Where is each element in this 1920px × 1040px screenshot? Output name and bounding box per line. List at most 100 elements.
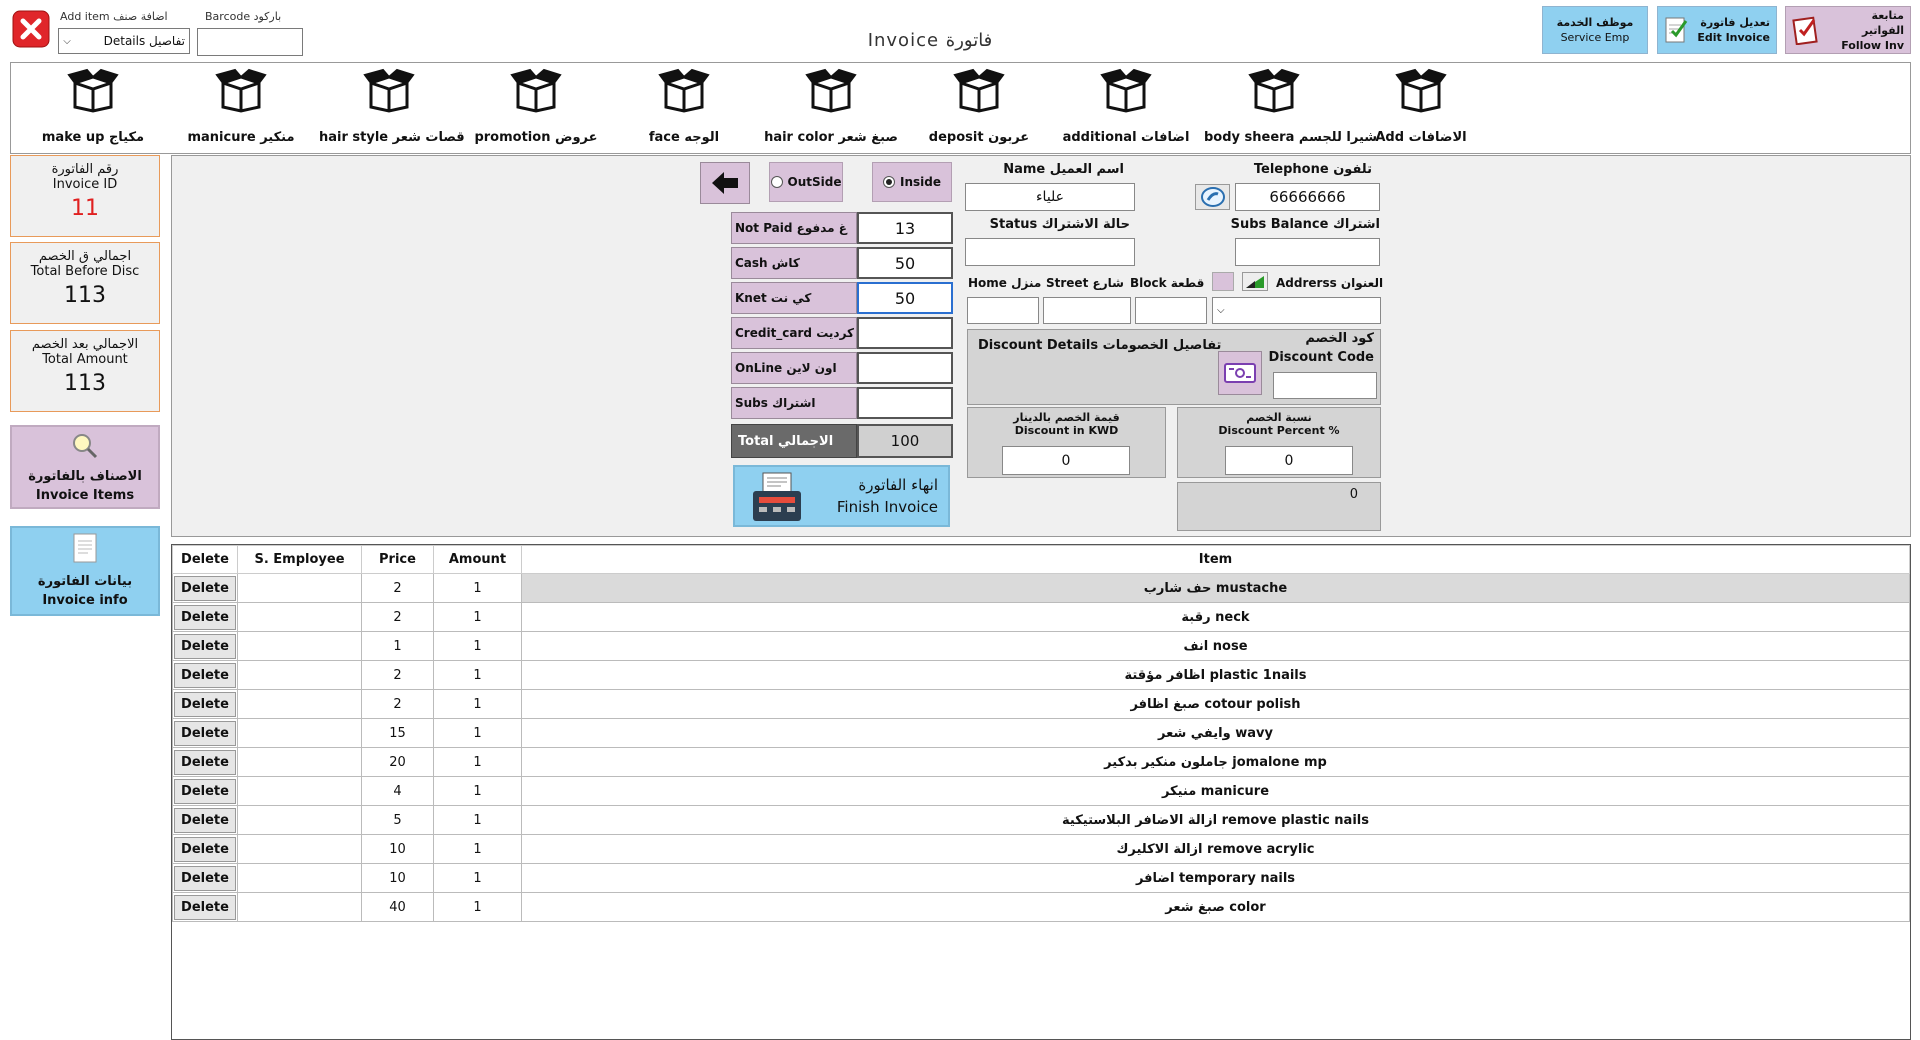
employee-cell[interactable] [237, 834, 362, 864]
amount-cell[interactable]: 1 [433, 834, 522, 864]
price-cell[interactable]: 5 [361, 805, 434, 835]
amount-cell[interactable]: 1 [433, 718, 522, 748]
category-2[interactable]: additional اضافات [1056, 63, 1196, 153]
employee-cell[interactable] [237, 805, 362, 835]
category-1[interactable]: body sheera شيرا للجسم [1204, 63, 1377, 153]
delete-button[interactable]: Delete [174, 865, 236, 891]
discount-percent-field[interactable]: 0 [1225, 446, 1353, 475]
delete-button[interactable]: Delete [174, 894, 236, 920]
column-header-item[interactable]: Item [521, 545, 1910, 574]
delete-button[interactable]: Delete [174, 633, 236, 659]
item-cell[interactable]: انف nose [521, 631, 1910, 661]
payment-field[interactable]: 50 [857, 282, 953, 314]
item-cell[interactable]: ازالة الاكليرك remove acrylic [521, 834, 1910, 864]
amount-cell[interactable]: 1 [433, 631, 522, 661]
delete-button[interactable]: Delete [174, 691, 236, 717]
price-cell[interactable]: 2 [361, 602, 434, 632]
employee-cell[interactable] [237, 631, 362, 661]
delete-button[interactable]: Delete [174, 749, 236, 775]
delete-button[interactable]: Delete [174, 807, 236, 833]
item-cell[interactable]: منيكر manicure [521, 776, 1910, 806]
table-row[interactable]: Delete 10 1 اضافر temporary nails [172, 863, 1910, 893]
home-field[interactable] [967, 297, 1039, 324]
payment-field[interactable] [857, 317, 953, 349]
payment-field[interactable]: 50 [857, 247, 953, 279]
telephone-field[interactable]: 66666666 [1235, 183, 1380, 211]
price-cell[interactable]: 4 [361, 776, 434, 806]
discount-kwd-field[interactable]: 0 [1002, 446, 1130, 475]
category-4[interactable]: hair color صبغ شعر [761, 63, 901, 153]
category-5[interactable]: face الوجه [614, 63, 754, 153]
amount-cell[interactable]: 1 [433, 892, 522, 922]
table-row[interactable]: Delete 4 1 منيكر manicure [172, 776, 1910, 806]
item-cell[interactable]: وايفي شعر wavy [521, 718, 1910, 748]
item-cell[interactable]: اضافر temporary nails [521, 863, 1910, 893]
employee-cell[interactable] [237, 602, 362, 632]
payment-field[interactable] [857, 352, 953, 384]
delete-button[interactable]: Delete [174, 575, 236, 601]
price-cell[interactable]: 40 [361, 892, 434, 922]
price-cell[interactable]: 20 [361, 747, 434, 777]
name-field[interactable]: علياء [965, 183, 1135, 211]
price-cell[interactable]: 15 [361, 718, 434, 748]
category-3[interactable]: deposit عربون [909, 63, 1049, 153]
employee-cell[interactable] [237, 747, 362, 777]
table-row[interactable]: Delete 2 1 صبغ اظافر cotour polish [172, 689, 1910, 719]
column-header-price[interactable]: Price [361, 545, 434, 574]
inside-radio[interactable]: Inside [872, 162, 952, 202]
outside-radio[interactable]: OutSide [769, 162, 843, 202]
category-7[interactable]: hair style قصات شعر [319, 63, 465, 153]
item-cell[interactable]: صبغ شعر color [521, 892, 1910, 922]
back-button[interactable] [700, 162, 750, 204]
employee-cell[interactable] [237, 718, 362, 748]
item-cell[interactable]: جاملون منكير بدكير jomalone mp [521, 747, 1910, 777]
follow-inv-button[interactable]: متابعة الفواتير Follow Inv [1785, 6, 1911, 54]
employee-cell[interactable] [237, 863, 362, 893]
employee-cell[interactable] [237, 689, 362, 719]
amount-cell[interactable]: 1 [433, 660, 522, 690]
invoice-info-button[interactable]: بيانات الفاتورة Invoice info [10, 526, 160, 616]
table-row[interactable]: Delete 15 1 وايفي شعر wavy [172, 718, 1910, 748]
amount-cell[interactable]: 1 [433, 863, 522, 893]
table-row[interactable]: Delete 5 1 ازالة الاضافر البلاستيكية remove… [172, 805, 1910, 835]
item-cell[interactable]: صبغ اظافر cotour polish [521, 689, 1910, 719]
amount-cell[interactable]: 1 [433, 805, 522, 835]
table-row[interactable]: Delete 40 1 صبغ شعر color [172, 892, 1910, 922]
map-button[interactable] [1242, 272, 1268, 291]
amount-cell[interactable]: 1 [433, 776, 522, 806]
price-cell[interactable]: 10 [361, 863, 434, 893]
subs-balance-field[interactable] [1235, 238, 1380, 266]
table-row[interactable]: Delete 1 1 انف nose [172, 631, 1910, 661]
table-row[interactable]: Delete 2 1 حف شارب mustache [172, 573, 1910, 603]
service-emp-button[interactable]: موظف الخدمة Service Emp [1542, 6, 1648, 54]
table-row[interactable]: Delete 20 1 جاملون منكير بدكير jomalone mp [172, 747, 1910, 777]
category-9[interactable]: make up مكياج [23, 63, 163, 153]
employee-cell[interactable] [237, 892, 362, 922]
employee-cell[interactable] [237, 776, 362, 806]
delete-button[interactable]: Delete [174, 604, 236, 630]
column-header-employee[interactable]: S. Employee [237, 545, 362, 574]
address-select[interactable]: ⌵ [1212, 297, 1381, 324]
invoice-items-button[interactable]: الاصناف بالفاتورة Invoice Items [10, 425, 160, 509]
table-row[interactable]: Delete 2 1 رقبة neck [172, 602, 1910, 632]
finish-invoice-button[interactable]: انهاء الفاتورة Finish Invoice [733, 465, 950, 527]
status-field[interactable] [965, 238, 1135, 266]
item-cell[interactable]: حف شارب mustache [521, 573, 1910, 603]
price-cell[interactable]: 2 [361, 660, 434, 690]
discount-code-field[interactable] [1273, 372, 1377, 399]
table-row[interactable]: Delete 10 1 ازالة الاكليرك remove acrylic [172, 834, 1910, 864]
block-field[interactable] [1135, 297, 1207, 324]
category-6[interactable]: promotion عروض [466, 63, 606, 153]
price-cell[interactable]: 10 [361, 834, 434, 864]
delete-button[interactable]: Delete [174, 778, 236, 804]
category-8[interactable]: manicure منكير [171, 63, 311, 153]
amount-cell[interactable]: 1 [433, 689, 522, 719]
delete-button[interactable]: Delete [174, 662, 236, 688]
edit-invoice-button[interactable]: تعديل فاتورة Edit Invoice [1657, 6, 1777, 54]
call-button[interactable] [1195, 184, 1230, 210]
delete-button[interactable]: Delete [174, 720, 236, 746]
column-header-delete[interactable]: Delete [172, 545, 238, 574]
employee-cell[interactable] [237, 573, 362, 603]
amount-cell[interactable]: 1 [433, 602, 522, 632]
table-row[interactable]: Delete 2 1 اظافر مؤقتة plastic 1nails [172, 660, 1910, 690]
